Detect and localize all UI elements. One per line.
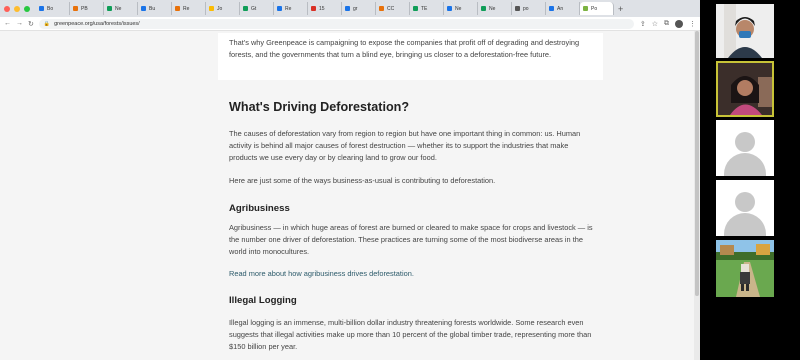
tab-favicon-icon bbox=[379, 6, 384, 11]
maximize-window-icon[interactable] bbox=[24, 5, 30, 12]
browser-tab[interactable]: 15 bbox=[308, 2, 342, 15]
browser-tab[interactable]: Po bbox=[580, 2, 614, 15]
tab-strip: Bo PB Ne Bu Re Jo Gt Re 15 gr CC TE Ne Ne po An Po bbox=[36, 2, 614, 15]
illegal-logging-paragraph: Illegal logging is an immense, multi-bil… bbox=[229, 318, 592, 351]
tab-label: Ne bbox=[455, 5, 462, 12]
tab-favicon-icon bbox=[107, 6, 112, 11]
tab-label: PB bbox=[81, 5, 88, 12]
tab-favicon-icon bbox=[277, 6, 282, 11]
close-window-icon[interactable] bbox=[4, 5, 10, 12]
browser-tab[interactable]: po bbox=[512, 2, 546, 15]
browser-tab[interactable]: CC bbox=[376, 2, 410, 15]
tab-label: 15 bbox=[319, 5, 325, 12]
browser-menu-icon[interactable]: ⋮ bbox=[689, 20, 696, 28]
tab-label: Po bbox=[591, 5, 598, 12]
tab-favicon-icon bbox=[481, 6, 486, 11]
participant-video-4[interactable] bbox=[716, 180, 774, 236]
agribusiness-read-more-link[interactable]: Read more about how agribusiness drives … bbox=[229, 269, 594, 278]
tab-label: Re bbox=[285, 5, 292, 12]
url-text: greenpeace.org/usa/forests/issues/ bbox=[54, 20, 140, 27]
browser-tab[interactable]: Jo bbox=[206, 2, 240, 15]
extensions-icon[interactable]: ⧉ bbox=[664, 20, 669, 28]
tab-label: Bu bbox=[149, 5, 156, 12]
tab-favicon-icon bbox=[39, 6, 44, 11]
browser-tab[interactable]: Ne bbox=[104, 2, 138, 15]
causes-paragraph: The causes of deforestation vary from re… bbox=[229, 129, 581, 162]
browser-tab[interactable]: Re bbox=[172, 2, 206, 15]
tab-label: gr bbox=[353, 5, 358, 12]
tab-label: po bbox=[523, 5, 529, 12]
lock-icon: 🔒 bbox=[43, 20, 51, 27]
browser-tab[interactable]: Ne bbox=[478, 2, 512, 15]
tab-favicon-icon bbox=[141, 6, 146, 11]
participant-video-1[interactable] bbox=[716, 4, 774, 58]
back-arrow-icon[interactable]: ← bbox=[4, 20, 11, 27]
tab-favicon-icon bbox=[583, 6, 588, 11]
browser-tab[interactable]: Gt bbox=[240, 2, 274, 15]
participant-video-3[interactable] bbox=[716, 120, 774, 176]
toolbar-actions: ⇪ ☆ ⧉ ⋮ bbox=[640, 19, 696, 28]
avatar-head-placeholder-icon bbox=[735, 132, 755, 152]
avatar-body-placeholder-icon bbox=[724, 213, 766, 236]
avatar-body-placeholder-icon bbox=[724, 153, 766, 176]
participant-1-camera-image bbox=[716, 4, 774, 58]
tab-favicon-icon bbox=[515, 6, 520, 11]
minimize-window-icon[interactable] bbox=[14, 5, 20, 12]
web-page: That's why Greenpeace is campaigning to … bbox=[0, 31, 700, 360]
window-controls bbox=[4, 5, 30, 12]
address-bar[interactable]: 🔒 greenpeace.org/usa/forests/issues/ bbox=[38, 18, 634, 29]
tab-label: Gt bbox=[251, 5, 257, 12]
tab-label: Ne bbox=[115, 5, 122, 12]
browser-tab[interactable]: PB bbox=[70, 2, 104, 15]
tab-favicon-icon bbox=[209, 6, 214, 11]
tab-label: An bbox=[557, 5, 564, 12]
tab-favicon-icon bbox=[447, 6, 452, 11]
new-tab-icon[interactable]: + bbox=[618, 4, 623, 14]
tab-favicon-icon bbox=[345, 6, 350, 11]
browser-tab[interactable]: An bbox=[546, 2, 580, 15]
agribusiness-paragraph: Agribusiness — in which huge areas of fo… bbox=[229, 223, 593, 256]
tab-favicon-icon bbox=[73, 6, 78, 11]
browser-tab[interactable]: TE bbox=[410, 2, 444, 15]
tab-favicon-icon bbox=[413, 6, 418, 11]
participant-2-camera-image bbox=[718, 63, 772, 115]
avatar-head-placeholder-icon bbox=[735, 192, 755, 212]
browser-tab[interactable]: gr bbox=[342, 2, 376, 15]
tab-label: Re bbox=[183, 5, 190, 12]
profile-avatar-icon[interactable] bbox=[675, 19, 683, 28]
tab-bar: Bo PB Ne Bu Re Jo Gt Re 15 gr CC TE Ne Ne po An Po + bbox=[0, 0, 700, 17]
tab-favicon-icon bbox=[549, 6, 554, 11]
tab-label: Jo bbox=[217, 5, 223, 12]
tab-label: TE bbox=[421, 5, 428, 12]
tab-favicon-icon bbox=[175, 6, 180, 11]
participant-video-2-active-speaker[interactable] bbox=[716, 61, 774, 117]
tab-label: Ne bbox=[489, 5, 496, 12]
ways-paragraph: Here are just some of the ways business-… bbox=[229, 176, 496, 185]
share-icon[interactable]: ⇪ bbox=[640, 20, 646, 28]
tab-label: Bo bbox=[47, 5, 54, 12]
browser-tab[interactable]: Ne bbox=[444, 2, 478, 15]
video-call-gallery bbox=[700, 0, 800, 360]
browser-tab[interactable]: Bo bbox=[36, 2, 70, 15]
illegal-logging-heading: Illegal Logging bbox=[229, 295, 297, 306]
tab-label: CC bbox=[387, 5, 395, 12]
agribusiness-heading: Agribusiness bbox=[229, 203, 290, 214]
scrollbar-thumb[interactable] bbox=[695, 31, 699, 296]
reload-icon[interactable]: ↻ bbox=[28, 20, 34, 28]
bookmark-star-icon[interactable]: ☆ bbox=[652, 20, 658, 28]
intro-paragraph: That's why Greenpeace is campaigning to … bbox=[229, 38, 580, 59]
browser-toolbar: ← → ↻ 🔒 greenpeace.org/usa/forests/issue… bbox=[0, 17, 700, 31]
browser-tab[interactable]: Re bbox=[274, 2, 308, 15]
browser-window: Bo PB Ne Bu Re Jo Gt Re 15 gr CC TE Ne Ne po An Po + ← →… bbox=[0, 0, 700, 360]
participant-5-game-image bbox=[716, 240, 774, 297]
tab-favicon-icon bbox=[311, 6, 316, 11]
participant-video-5[interactable] bbox=[716, 240, 774, 297]
forward-arrow-icon[interactable]: → bbox=[16, 20, 23, 27]
tab-favicon-icon bbox=[243, 6, 248, 11]
browser-tab[interactable]: Bu bbox=[138, 2, 172, 15]
page-heading: What's Driving Deforestation? bbox=[229, 100, 410, 114]
